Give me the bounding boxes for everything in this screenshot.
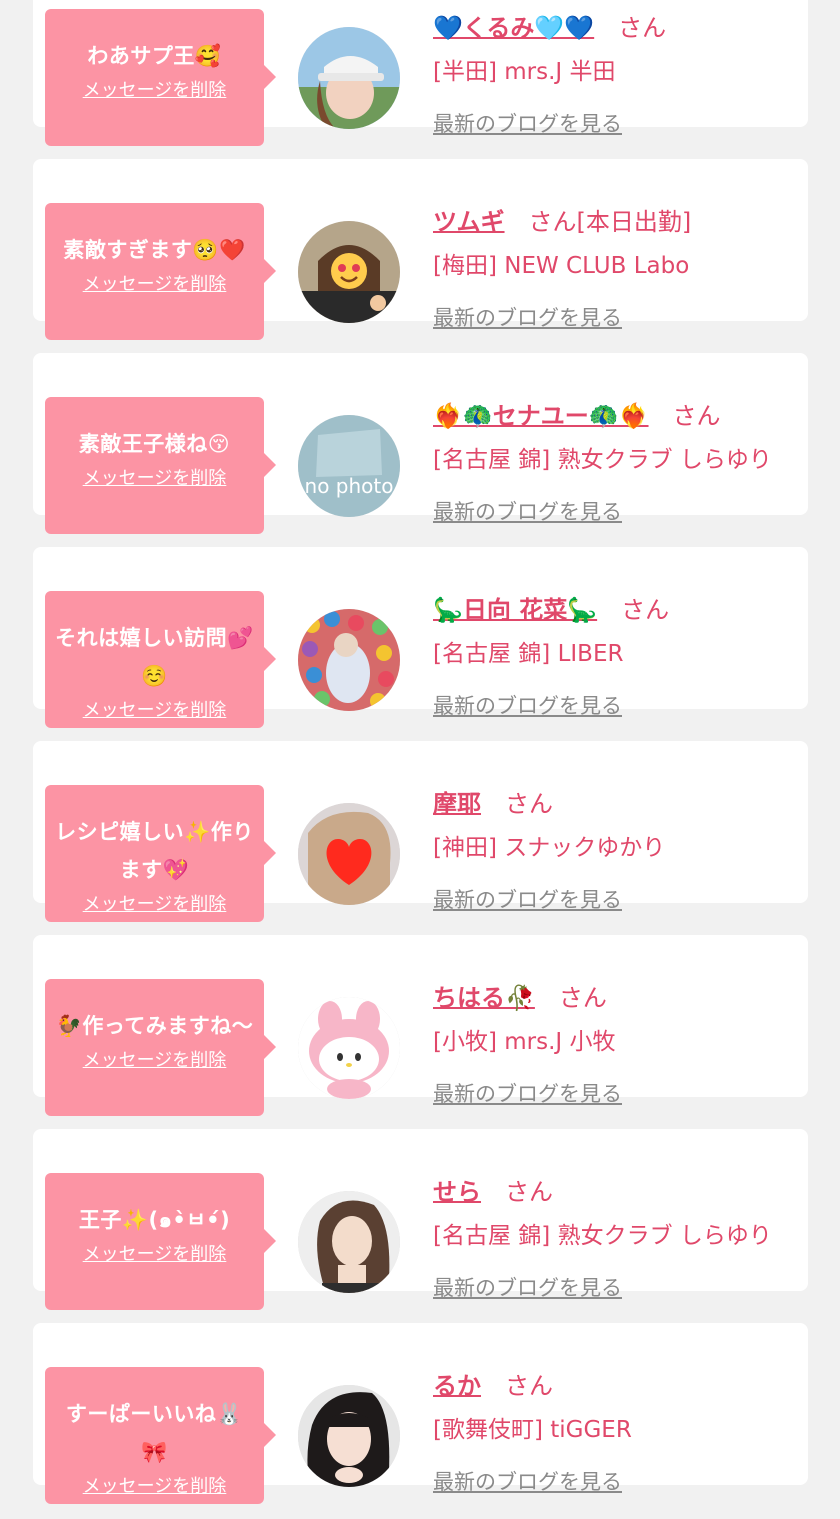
user-name-link[interactable]: せら: [433, 1178, 481, 1206]
message-text: すーぱーいいね🐰🎀: [65, 1402, 244, 1464]
message-bubble: 🐓作ってみますね〜 メッセージを削除: [45, 979, 276, 1116]
honorific-label: さん: [505, 1372, 553, 1400]
shop-label: [名古屋 錦] 熟女クラブ しらゆり: [433, 1223, 772, 1249]
delete-message-link[interactable]: メッセージを削除: [83, 1049, 227, 1073]
message-card: 素敵すぎます🥺❤️ メッセージを削除 ツムギ さん[本日出勤] [梅田] NEW …: [33, 159, 808, 340]
status-suffix: [本日出勤]: [576, 208, 692, 236]
shop-label: [小牧] mrs.J 小牧: [433, 1029, 616, 1055]
message-text: わあサプ王🥰: [87, 44, 222, 68]
user-name-link[interactable]: るか: [433, 1372, 481, 1400]
user-name-link[interactable]: ❤️‍🔥🦚セナユー🦚❤️‍🔥: [433, 402, 649, 430]
message-card: 素敵王子様ね😚 メッセージを削除 no photo ❤️‍🔥🦚セナユー🦚❤️‍🔥…: [33, 353, 808, 534]
message-text: 🐓作ってみますね〜: [55, 1014, 254, 1038]
latest-blog-link[interactable]: 最新のブログを見る: [433, 305, 622, 331]
avatar[interactable]: no photo: [298, 415, 400, 517]
delete-message-link[interactable]: メッセージを削除: [83, 893, 227, 917]
message-text: 素敵王子様ね😚: [78, 432, 231, 456]
message-list: わあサプ王🥰 メッセージを削除 💙くるみ🩵💙 さん [半田] mrs.J 半田 最…: [0, 0, 840, 1517]
latest-blog-link[interactable]: 最新のブログを見る: [433, 1469, 622, 1495]
delete-message-link[interactable]: メッセージを削除: [83, 699, 227, 723]
user-name-link[interactable]: 摩耶: [433, 790, 481, 818]
honorific-label: さん: [672, 402, 721, 430]
message-bubble: レシピ嬉しい✨作ります💖 メッセージを削除: [45, 785, 276, 922]
honorific-label: さん: [618, 14, 667, 42]
avatar[interactable]: [298, 221, 400, 323]
delete-message-link[interactable]: メッセージを削除: [83, 1475, 227, 1499]
latest-blog-link[interactable]: 最新のブログを見る: [433, 111, 622, 137]
message-bubble: わあサプ王🥰 メッセージを削除: [45, 9, 276, 146]
message-bubble: それは嬉しい訪問💕☺️ メッセージを削除: [45, 591, 276, 728]
delete-message-link[interactable]: メッセージを削除: [83, 273, 227, 297]
message-bubble: 王子✨(๑•̀ㅂ•́) メッセージを削除: [45, 1173, 276, 1310]
user-name-link[interactable]: ツムギ: [433, 208, 505, 236]
latest-blog-link[interactable]: 最新のブログを見る: [433, 499, 622, 525]
message-text: それは嬉しい訪問💕☺️: [55, 626, 254, 688]
shop-label: [名古屋 錦] LIBER: [433, 641, 624, 667]
avatar[interactable]: [298, 1191, 400, 1293]
message-text: 王子✨(๑•̀ㅂ•́): [78, 1208, 231, 1232]
message-card: 王子✨(๑•̀ㅂ•́) メッセージを削除 せら さん [名古屋 錦] 熟女クラブ …: [33, 1129, 808, 1310]
avatar[interactable]: [298, 1385, 400, 1487]
delete-message-link[interactable]: メッセージを削除: [83, 79, 227, 103]
user-name-link[interactable]: 🦕日向 花菜🦕: [433, 596, 597, 624]
message-card: レシピ嬉しい✨作ります💖 メッセージを削除 摩耶 さん [神田] スナックゆかり …: [33, 741, 808, 922]
honorific-label: さん: [505, 1178, 553, 1206]
message-card: それは嬉しい訪問💕☺️ メッセージを削除 🦕日向 花菜🦕 さん [名古屋 錦] …: [33, 547, 808, 728]
honorific-label: さん: [528, 208, 577, 236]
message-card: わあサプ王🥰 メッセージを削除 💙くるみ🩵💙 さん [半田] mrs.J 半田 最…: [33, 0, 808, 146]
shop-label: [名古屋 錦] 熟女クラブ しらゆり: [433, 447, 772, 473]
message-bubble: 素敵王子様ね😚 メッセージを削除: [45, 397, 276, 534]
message-text: レシピ嬉しい✨作ります💖: [55, 820, 254, 882]
avatar[interactable]: [298, 609, 400, 711]
latest-blog-link[interactable]: 最新のブログを見る: [433, 1275, 622, 1301]
latest-blog-link[interactable]: 最新のブログを見る: [433, 693, 622, 719]
shop-label: [梅田] NEW CLUB Labo: [433, 253, 690, 279]
honorific-label: さん: [621, 596, 670, 624]
shop-label: [神田] スナックゆかり: [433, 835, 666, 861]
avatar[interactable]: [298, 803, 400, 905]
avatar[interactable]: [298, 997, 400, 1099]
user-name-link[interactable]: 💙くるみ🩵💙: [433, 14, 594, 42]
message-text: 素敵すぎます🥺❤️: [63, 238, 246, 262]
message-bubble: すーぱーいいね🐰🎀 メッセージを削除: [45, 1367, 276, 1504]
message-bubble: 素敵すぎます🥺❤️ メッセージを削除: [45, 203, 276, 340]
latest-blog-link[interactable]: 最新のブログを見る: [433, 887, 622, 913]
avatar[interactable]: [298, 27, 400, 129]
shop-label: [半田] mrs.J 半田: [433, 59, 616, 85]
svg-text:no photo: no photo: [305, 474, 394, 498]
message-card: 🐓作ってみますね〜 メッセージを削除 ちはる🥀 さん [小牧] mrs.J 小牧 …: [33, 935, 808, 1116]
latest-blog-link[interactable]: 最新のブログを見る: [433, 1081, 622, 1107]
delete-message-link[interactable]: メッセージを削除: [83, 467, 227, 491]
honorific-label: さん: [558, 984, 607, 1012]
user-name-link[interactable]: ちはる🥀: [433, 984, 535, 1012]
message-card: すーぱーいいね🐰🎀 メッセージを削除 るか さん [歌舞伎町] tiGGER 最新…: [33, 1323, 808, 1504]
delete-message-link[interactable]: メッセージを削除: [83, 1243, 227, 1267]
shop-label: [歌舞伎町] tiGGER: [433, 1417, 632, 1443]
honorific-label: さん: [505, 790, 553, 818]
